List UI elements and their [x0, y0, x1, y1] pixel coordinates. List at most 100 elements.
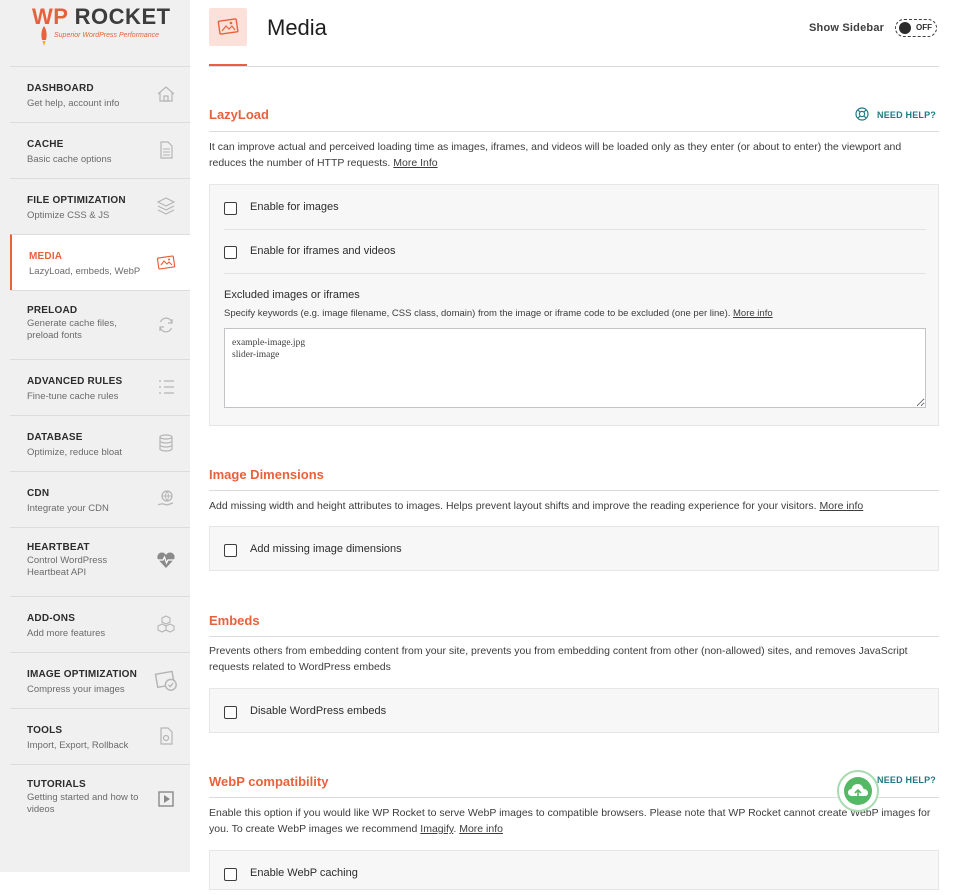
more-info-link[interactable]: More info	[459, 823, 503, 835]
page-title: Media	[267, 15, 327, 40]
sidebar-item-cache[interactable]: CACHE Basic cache options	[10, 122, 190, 178]
toggle-knob	[899, 22, 911, 34]
webp-caching-checkbox[interactable]	[224, 868, 237, 881]
globe-hand-icon	[157, 490, 174, 506]
sidebar-item-desc: Get help, account info	[27, 98, 120, 109]
float-inner	[844, 777, 872, 805]
disable-embeds-label[interactable]: Disable WordPress embeds	[250, 705, 386, 717]
section-title-embeds: Embeds	[209, 613, 260, 628]
need-help-link[interactable]: NEED HELP?	[877, 110, 936, 120]
image-dimensions-checkbox[interactable]	[224, 544, 237, 557]
section-divider	[209, 797, 939, 798]
cloud-upload-icon	[848, 784, 868, 799]
sidebar-item-title: IMAGE OPTIMIZATION	[27, 669, 138, 680]
sidebar: WP ROCKET Superior WordPress Performance…	[0, 0, 190, 872]
section-title-webp: WebP compatibility	[209, 774, 329, 789]
webp-box: Enable WebP caching	[209, 850, 939, 890]
layers-icon	[156, 197, 176, 215]
excluded-description: Specify keywords (e.g. image filename, C…	[224, 308, 773, 319]
section-divider	[209, 490, 939, 491]
sidebar-item-desc: Generate cache files, preload fonts	[27, 318, 117, 341]
image-optimize-icon	[154, 670, 177, 691]
sidebar-item-desc: Add more features	[27, 628, 106, 639]
enable-iframes-label[interactable]: Enable for iframes and videos	[250, 245, 396, 257]
rocket-icon	[41, 26, 47, 46]
section-divider	[209, 636, 939, 637]
lazyload-description: It can improve actual and perceived load…	[209, 139, 937, 171]
imagify-link[interactable]: Imagify	[420, 823, 453, 835]
sidebar-item-media[interactable]: MEDIA LazyLoad, embeds, WebP	[10, 234, 190, 290]
sidebar-item-file-optimization[interactable]: FILE OPTIMIZATION Optimize CSS & JS	[10, 178, 190, 234]
sidebar-item-desc: Integrate your CDN	[27, 503, 109, 514]
excluded-more-info-link[interactable]: More info	[733, 308, 773, 319]
lazyload-description-text: It can improve actual and perceived load…	[209, 141, 902, 169]
toggle-state: OFF	[916, 23, 932, 32]
sidebar-item-desc: Optimize, reduce bloat	[27, 447, 123, 458]
option-row: Disable WordPress embeds	[224, 689, 926, 733]
sidebar-item-tutorials[interactable]: TUTORIALS Getting started and how to vid…	[10, 764, 190, 833]
excluded-textarea[interactable]: example-image.jpg slider-image	[224, 328, 926, 408]
webp-caching-label[interactable]: Enable WebP caching	[250, 867, 358, 879]
sidebar-item-title: MEDIA	[29, 251, 63, 262]
option-row: Enable WebP caching	[224, 851, 926, 895]
option-row: Enable for images	[224, 185, 926, 230]
refresh-icon	[159, 317, 173, 333]
disable-embeds-checkbox[interactable]	[224, 706, 237, 719]
sidebar-item-tools[interactable]: TOOLS Import, Export, Rollback	[10, 708, 190, 764]
enable-images-checkbox[interactable]	[224, 202, 237, 215]
sidebar-item-title: TUTORIALS	[27, 779, 86, 790]
sidebar-item-title: FILE OPTIMIZATION	[27, 195, 126, 206]
webp-description-text: Enable this option if you would like WP …	[209, 807, 931, 835]
embeds-description: Prevents others from embedding content f…	[209, 645, 908, 673]
section-title-lazyload: LazyLoad	[209, 107, 269, 122]
document-icon	[160, 141, 173, 159]
sidebar-item-add-ons[interactable]: ADD-ONS Add more features	[10, 596, 190, 652]
sidebar-item-database[interactable]: DATABASE Optimize, reduce bloat	[10, 415, 190, 471]
sidebar-item-heartbeat[interactable]: HEARTBEAT Control WordPress Heartbeat AP…	[10, 527, 190, 596]
sidebar-item-preload[interactable]: PRELOAD Generate cache files, preload fo…	[10, 290, 190, 359]
sidebar-item-desc: Control WordPress Heartbeat API	[27, 555, 108, 578]
webp-description: Enable this option if you would like WP …	[209, 807, 931, 835]
page-icon	[209, 8, 247, 46]
sidebar-item-cdn[interactable]: CDN Integrate your CDN	[10, 471, 190, 527]
sidebar-item-title: ADD-ONS	[27, 613, 76, 624]
option-row: Enable for iframes and videos	[224, 229, 926, 274]
sidebar-item-image-optimization[interactable]: IMAGE OPTIMIZATION Compress your images	[10, 652, 190, 708]
sidebar-item-desc: Basic cache options	[27, 154, 112, 165]
need-help-link[interactable]: NEED HELP?	[877, 775, 936, 785]
sidebar-item-advanced-rules[interactable]: ADVANCED RULES Fine-tune cache rules	[10, 359, 190, 415]
lifebuoy-icon[interactable]	[855, 107, 869, 121]
media-icon	[156, 255, 176, 270]
sidebar-item-title: TOOLS	[27, 725, 63, 736]
page-icon-underline	[209, 64, 247, 66]
wp-rocket-logo[interactable]: WP ROCKET Superior WordPress Performance	[32, 6, 172, 52]
heartbeat-icon	[157, 552, 175, 568]
lazyload-options-box: Enable for images Enable for iframes and…	[209, 184, 939, 426]
sidebar-item-desc: Import, Export, Rollback	[27, 740, 129, 751]
sidebar-item-title: HEARTBEAT	[27, 542, 90, 553]
sidebar-item-desc: Optimize CSS & JS	[27, 210, 110, 221]
database-icon	[159, 434, 173, 452]
tools-icon	[160, 727, 173, 745]
more-info-link[interactable]: More Info	[393, 157, 437, 169]
list-icon	[159, 380, 174, 394]
section-divider	[209, 131, 939, 132]
play-icon	[158, 791, 174, 807]
embeds-box: Disable WordPress embeds	[209, 688, 939, 733]
sidebar-item-title: DATABASE	[27, 432, 83, 443]
option-row: Add missing image dimensions	[224, 527, 926, 571]
sidebar-item-title: ADVANCED RULES	[27, 376, 123, 387]
sidebar-item-dashboard[interactable]: DASHBOARD Get help, account info	[10, 66, 190, 122]
image-dimensions-description-text: Add missing width and height attributes …	[209, 500, 817, 512]
enable-images-label[interactable]: Enable for images	[250, 201, 339, 213]
section-title-image-dimensions: Image Dimensions	[209, 467, 324, 482]
page-header: Media Show Sidebar OFF	[209, 0, 939, 67]
image-dimensions-description: Add missing width and height attributes …	[209, 498, 937, 514]
enable-iframes-checkbox[interactable]	[224, 246, 237, 259]
more-info-link[interactable]: More info	[820, 500, 864, 512]
floating-cloud-button[interactable]	[837, 770, 879, 812]
sidebar-item-desc: LazyLoad, embeds, WebP	[29, 266, 141, 277]
image-dimensions-label[interactable]: Add missing image dimensions	[250, 543, 402, 555]
show-sidebar-label: Show Sidebar	[809, 22, 885, 34]
show-sidebar-toggle[interactable]: OFF	[895, 19, 937, 37]
